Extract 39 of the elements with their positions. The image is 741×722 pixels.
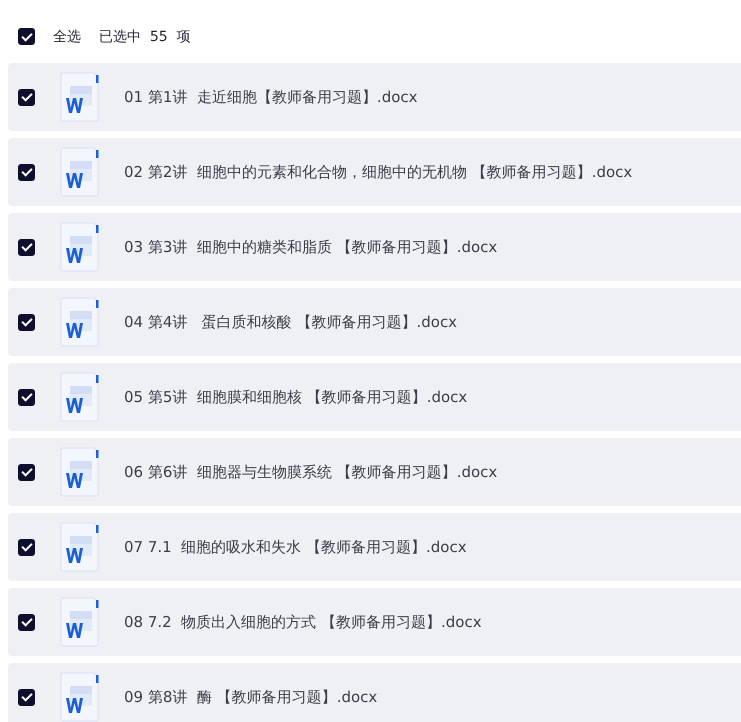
file-row[interactable]: 06 第6讲 细胞器与生物膜系统 【教师备用习题】.docx: [8, 438, 741, 506]
file-name: 09 第8讲 酶 【教师备用习题】.docx: [124, 688, 378, 706]
file-name: 07 7.1 细胞的吸水和失水 【教师备用习题】.docx: [124, 538, 467, 556]
word-document-icon: [60, 372, 100, 422]
word-document-icon: [60, 297, 100, 347]
word-document-icon: [60, 447, 100, 497]
file-row[interactable]: 01 第1讲 走近细胞【教师备用习题】.docx: [8, 63, 741, 131]
file-row[interactable]: 04 第4讲 蛋白质和核酸 【教师备用习题】.docx: [8, 288, 741, 356]
file-name: 03 第3讲 细胞中的糖类和脂质 【教师备用习题】.docx: [124, 238, 498, 256]
word-document-icon: [60, 672, 100, 722]
checkbox[interactable]: [18, 388, 35, 406]
file-row[interactable]: 03 第3讲 细胞中的糖类和脂质 【教师备用习题】.docx: [8, 213, 741, 281]
file-name: 05 第5讲 细胞膜和细胞核 【教师备用习题】.docx: [124, 388, 468, 406]
checkbox[interactable]: [18, 688, 35, 706]
word-document-icon: [60, 597, 100, 647]
file-row[interactable]: 07 7.1 细胞的吸水和失水 【教师备用习题】.docx: [8, 513, 741, 581]
file-name: 08 7.2 物质出入细胞的方式 【教师备用习题】.docx: [124, 612, 482, 632]
checkbox[interactable]: [18, 88, 35, 106]
word-document-icon: [60, 222, 100, 272]
word-document-icon: [60, 147, 100, 197]
file-name: 06 第6讲 细胞器与生物膜系统 【教师备用习题】.docx: [124, 462, 498, 482]
word-document-icon: [60, 72, 100, 122]
file-row[interactable]: 08 7.2 物质出入细胞的方式 【教师备用习题】.docx: [8, 588, 741, 656]
checkbox[interactable]: [18, 614, 35, 630]
file-name: 04 第4讲 蛋白质和核酸 【教师备用习题】.docx: [124, 312, 458, 332]
checkbox[interactable]: [18, 464, 35, 480]
checkbox[interactable]: [18, 538, 35, 556]
word-document-icon: [60, 522, 100, 572]
file-row[interactable]: 09 第8讲 酶 【教师备用习题】.docx: [8, 663, 741, 722]
checkbox[interactable]: [18, 238, 35, 256]
file-name: 01 第1讲 走近细胞【教师备用习题】.docx: [124, 88, 418, 106]
file-name: 02 第2讲 细胞中的元素和化合物，细胞中的无机物 【教师备用习题】.docx: [124, 162, 632, 182]
selection-count: 已选中 55 项: [99, 28, 191, 46]
checkbox[interactable]: [18, 28, 35, 45]
file-row[interactable]: 05 第5讲 细胞膜和细胞核 【教师备用习题】.docx: [8, 363, 741, 431]
checkbox[interactable]: [18, 314, 35, 330]
checkbox[interactable]: [18, 164, 35, 180]
select-all-label: 全选: [53, 28, 81, 46]
file-row[interactable]: 02 第2讲 细胞中的元素和化合物，细胞中的无机物 【教师备用习题】.docx: [8, 138, 741, 206]
